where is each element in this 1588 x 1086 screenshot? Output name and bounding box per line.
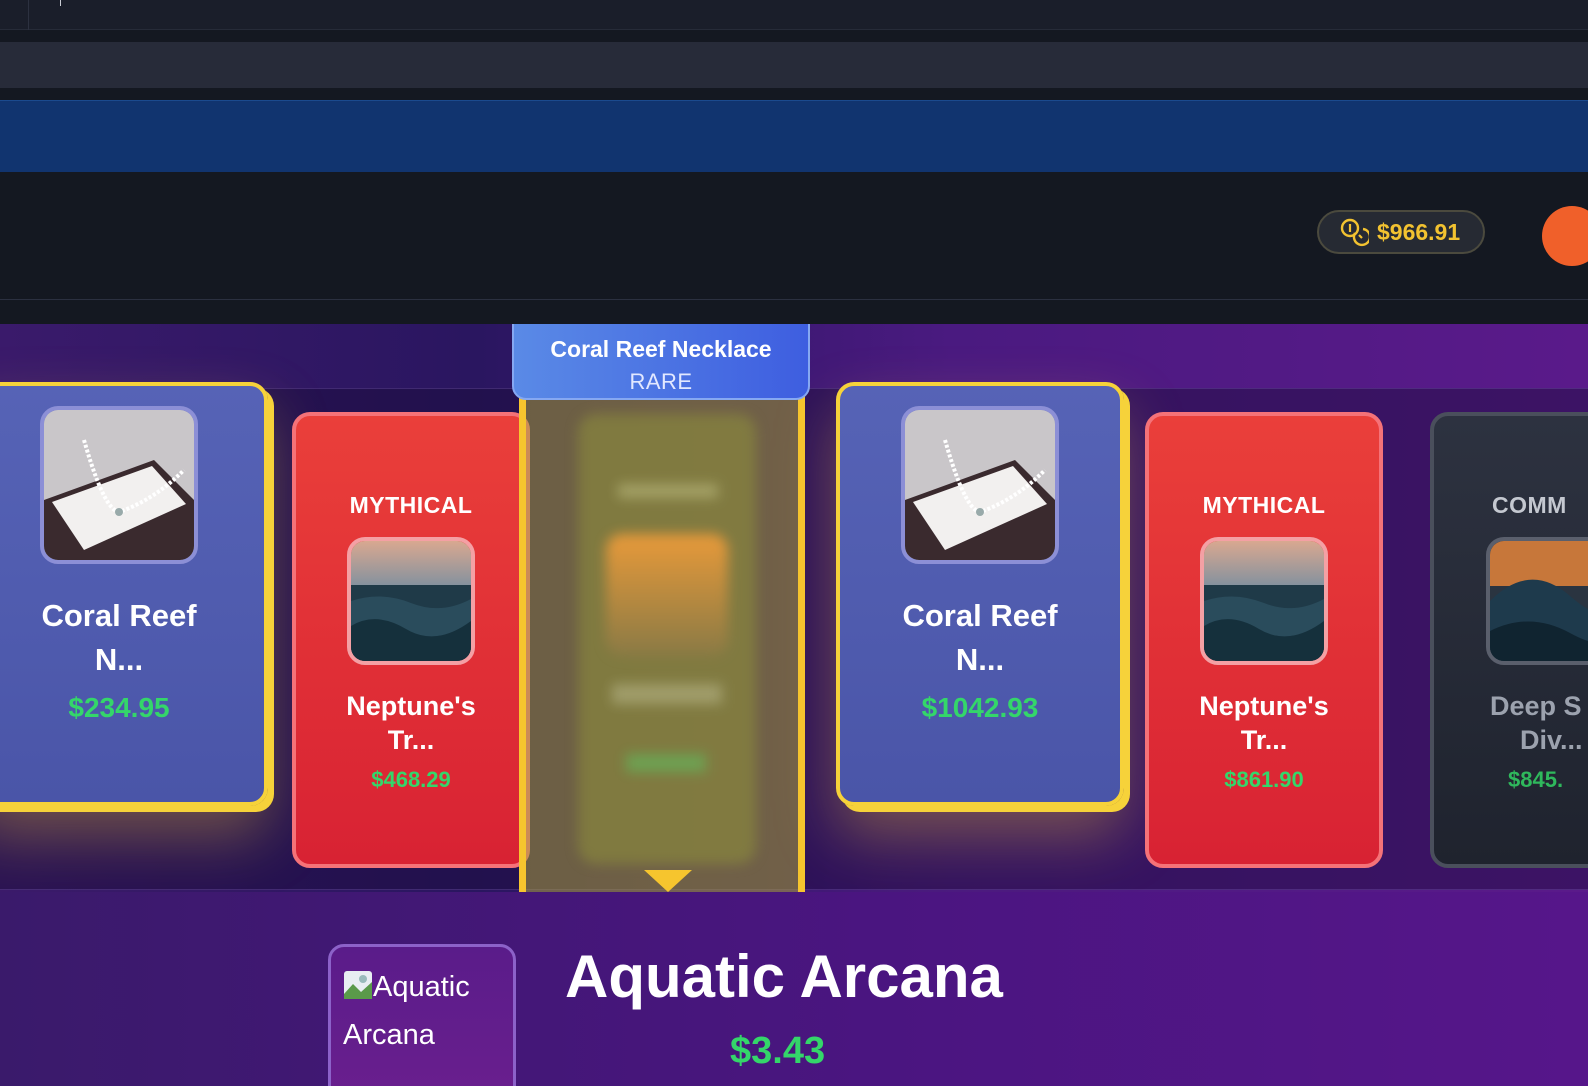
text-caret (60, 0, 61, 6)
case-image: Aquatic Arcana (328, 944, 516, 1086)
ocean-waves-image (1200, 537, 1328, 665)
item-name-line1: Neptune's (1199, 691, 1329, 721)
reel-card: COMM Deep S Div... $845. (1430, 412, 1588, 868)
secondary-toolbar (0, 42, 1588, 88)
pearl-necklace-image (901, 406, 1059, 564)
winner-label: Coral Reef Necklace RARE (512, 324, 810, 400)
case-info: Aquatic Arcana Aquatic Arcana $3.43 (0, 892, 1588, 1086)
item-name-line2: Div... (1520, 725, 1583, 755)
item-name-line1: Coral Reef (41, 598, 197, 633)
toolbar-divider (28, 0, 29, 30)
top-toolbar (0, 0, 1588, 30)
selector-pointer-bottom (644, 870, 692, 892)
highlighted-item-blurred (578, 414, 756, 864)
reel-card: MYTHICAL Neptune's Tr... $468.29 (292, 412, 530, 868)
reel-card: Coral Reef N... $234.95 (0, 382, 268, 806)
item-name-line1: Deep S (1490, 691, 1582, 721)
item-name-line2: Tr... (387, 725, 435, 755)
balance-badge[interactable]: $966.91 (1317, 210, 1485, 254)
rarity-label: COMM (1492, 492, 1567, 518)
item-price: $861.90 (1224, 767, 1304, 792)
reel-card: Coral Reef N... $1042.93 (836, 382, 1124, 806)
item-name-line2: N... (94, 642, 144, 677)
spacer (0, 300, 1588, 324)
sunset-wave-image (1486, 537, 1588, 665)
reel-card: MYTHICAL Neptune's Tr... $861.90 (1145, 412, 1383, 868)
item-price: $845. (1508, 767, 1564, 792)
balance-amount: $966.91 (1377, 218, 1461, 245)
case-price: $3.43 (730, 1030, 826, 1072)
item-price: $1042.93 (921, 692, 1039, 723)
winner-rarity: RARE (629, 369, 693, 394)
item-price: $234.95 (68, 692, 170, 723)
case-reel: Coral Reef N... $234.95 MYTHICAL Neptune… (0, 324, 1588, 892)
rarity-label: MYTHICAL (1202, 492, 1326, 518)
broken-image-icon (344, 971, 372, 999)
coins-icon (1340, 218, 1369, 247)
winner-name: Coral Reef Necklace (550, 336, 772, 362)
item-name-line1: Coral Reef (902, 598, 1058, 633)
rarity-label: MYTHICAL (349, 492, 473, 518)
item-name-line2: N... (955, 642, 1005, 677)
case-title: Aquatic Arcana (565, 943, 1003, 1010)
item-name-line2: Tr... (1240, 725, 1288, 755)
item-price: $468.29 (371, 767, 451, 792)
banner-bar (0, 100, 1588, 172)
app-header: $966.91 (0, 172, 1588, 300)
pearl-necklace-image (40, 406, 198, 564)
ocean-waves-image (347, 537, 475, 665)
avatar[interactable] (1542, 206, 1588, 266)
item-name-line1: Neptune's (346, 691, 476, 721)
reel-selector (519, 386, 805, 892)
